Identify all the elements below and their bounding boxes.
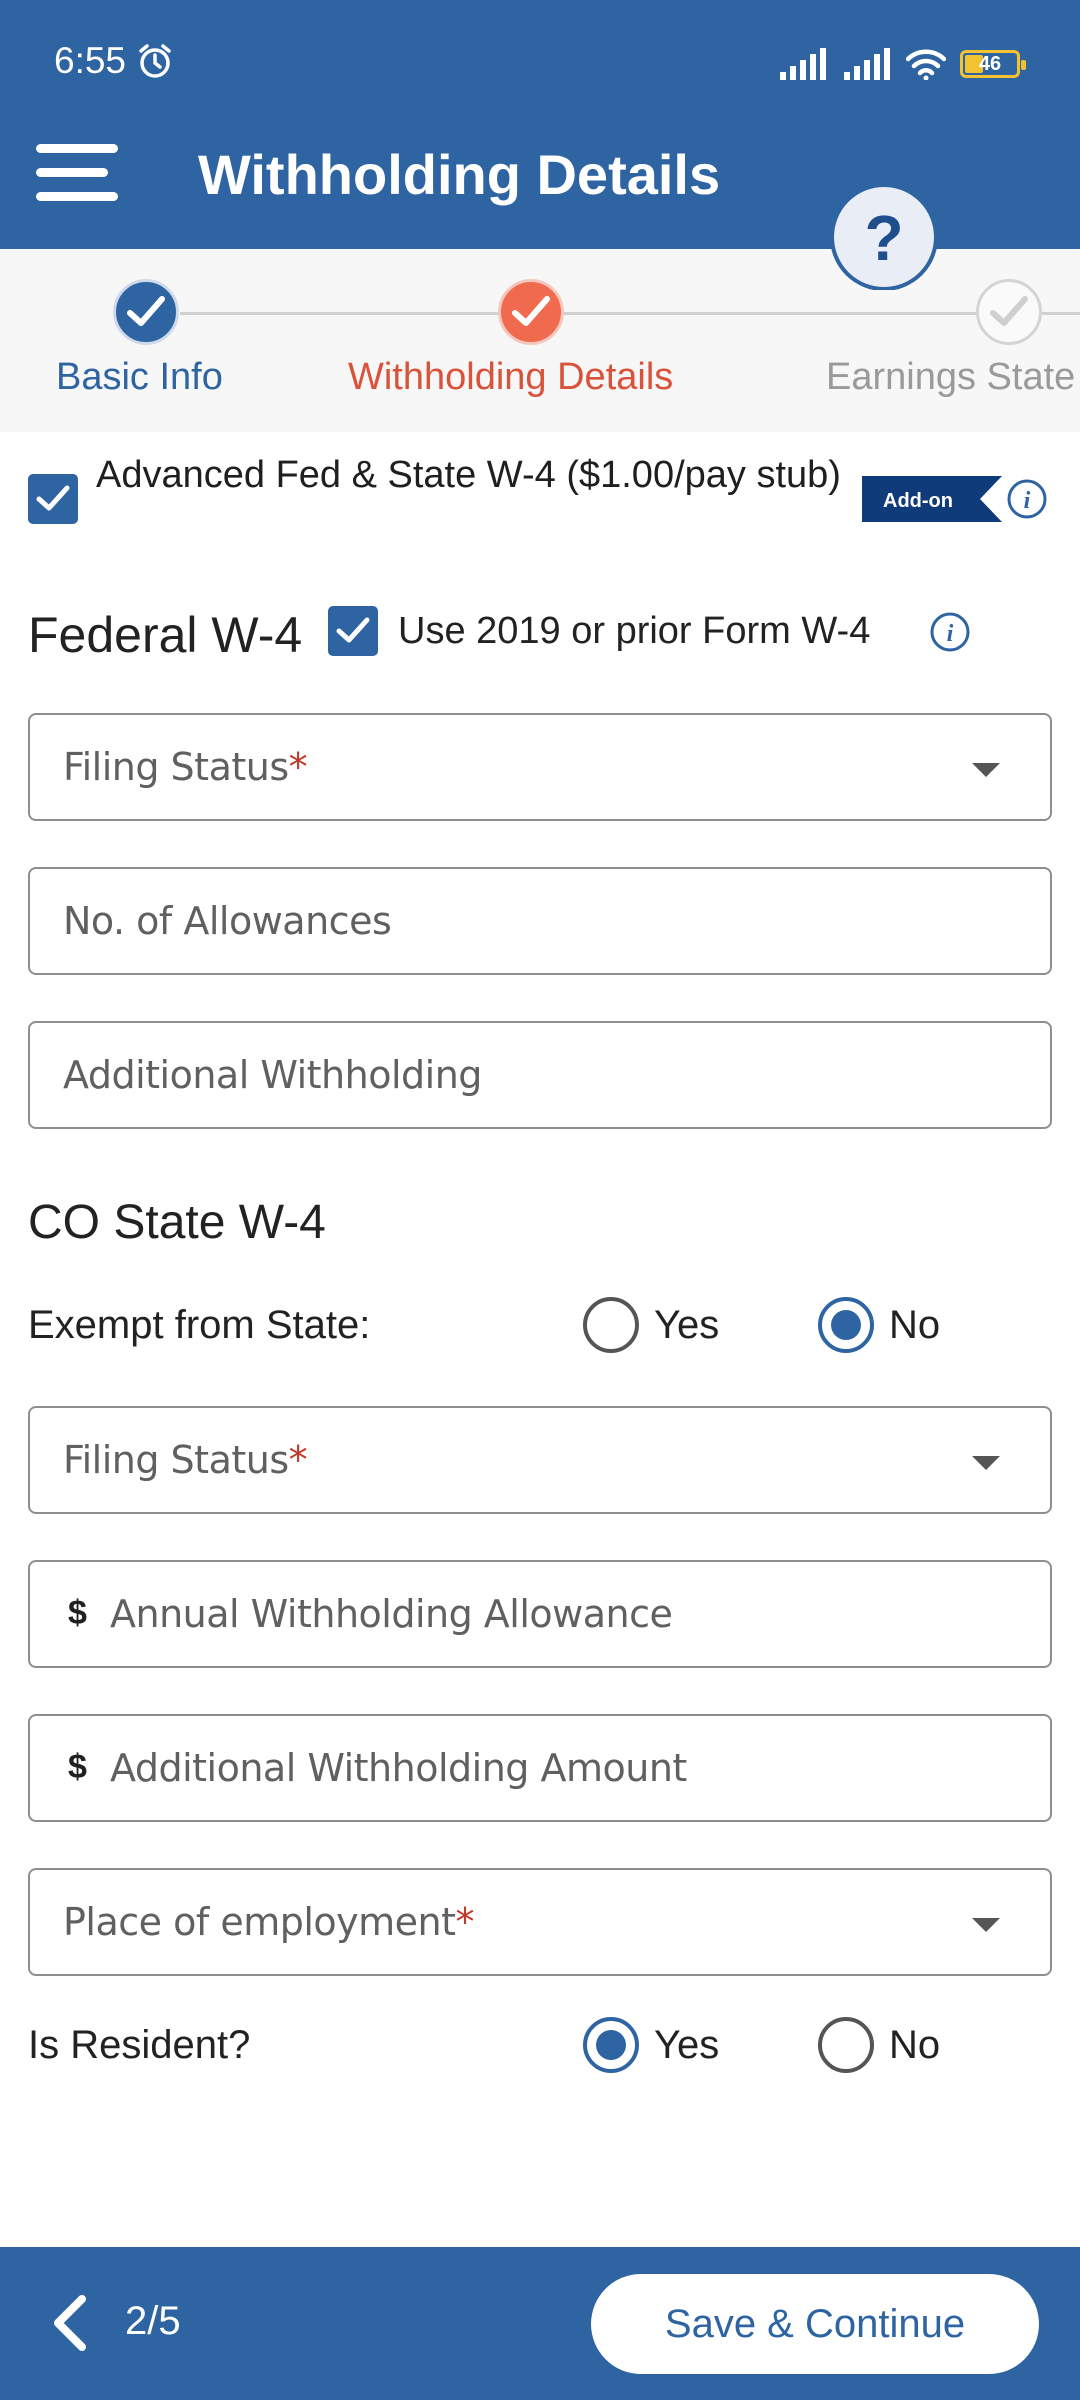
exempt-no-label: No [889,1303,941,1347]
state-w4-title: CO State W-4 [28,1196,326,1249]
federal-w4-title: Federal W-4 [28,607,303,663]
allowances-input[interactable]: No. of Allowances [28,867,1052,975]
exempt-yes-radio[interactable] [583,1297,639,1353]
addon-badge: Add-on [862,476,1002,522]
page-indicator: 2/5 [125,2299,181,2343]
info-icon[interactable]: i [929,611,971,653]
page-title: Withholding Details [198,143,721,206]
battery-icon: 46 [960,50,1026,78]
resident-label: Is Resident? [28,2023,251,2067]
bottom-bar: 2/5 Save & Continue [0,2247,1080,2400]
chevron-down-icon [972,763,1000,777]
currency-symbol: $ [68,1594,87,1632]
menu-icon[interactable] [36,144,118,202]
exempt-yes-label: Yes [654,1303,720,1347]
annual-withholding-allowance-placeholder: Annual Withholding Allowance [110,1592,673,1636]
wifi-icon [906,49,946,80]
svg-text:i: i [1024,488,1031,514]
required-mark: * [288,745,308,789]
chevron-down-icon [972,1456,1000,1470]
federal-filing-status-select[interactable]: Filing Status* [28,713,1052,821]
signal-icon [844,48,890,80]
step-done-icon [113,279,179,345]
help-glyph: ? [864,202,903,274]
additional-withholding-amount-input[interactable]: $ Additional Withholding Amount [28,1714,1052,1822]
additional-withholding-placeholder: Additional Withholding [63,1053,482,1097]
resident-yes-radio[interactable] [583,2017,639,2073]
step-label-withholding-details[interactable]: Withholding Details [348,356,673,399]
place-of-employment-placeholder: Place of employment [63,1900,456,1944]
info-icon[interactable]: i [1006,478,1048,520]
exempt-no-radio[interactable] [818,1297,874,1353]
alarm-icon [139,44,171,78]
step-current-icon [498,279,564,345]
annual-withholding-allowance-input[interactable]: $ Annual Withholding Allowance [28,1560,1052,1668]
resident-no-label: No [889,2023,941,2067]
step-pending-icon [976,279,1042,345]
use-prior-form-label: Use 2019 or prior Form W-4 [398,610,871,652]
help-button[interactable]: ? [829,182,979,291]
addon-checkbox[interactable] [28,474,78,524]
signal-icon [780,48,826,80]
save-continue-button[interactable]: Save & Continue [591,2274,1039,2374]
step-label-basic-info[interactable]: Basic Info [56,356,223,399]
place-of-employment-select[interactable]: Place of employment* [28,1868,1052,1976]
state-filing-status-select[interactable]: Filing Status* [28,1406,1052,1514]
additional-withholding-amount-placeholder: Additional Withholding Amount [110,1746,687,1790]
step-label-earnings-state[interactable]: Earnings State [826,356,1075,399]
help-icon: ? [830,183,938,291]
resident-yes-label: Yes [654,2023,720,2067]
additional-withholding-input[interactable]: Additional Withholding [28,1021,1052,1129]
state-filing-status-placeholder: Filing Status [63,1438,289,1482]
federal-filing-status-placeholder: Filing Status [63,745,289,789]
required-mark: * [455,1900,475,1944]
currency-symbol: $ [68,1748,87,1786]
battery-level: 46 [978,52,1002,75]
chevron-down-icon [972,1918,1000,1932]
resident-no-radio[interactable] [818,2017,874,2073]
chevron-left-icon[interactable] [48,2293,92,2353]
exempt-label: Exempt from State: [28,1303,371,1347]
allowances-placeholder: No. of Allowances [63,899,392,943]
addon-label: Advanced Fed & State W-4 ($1.00/pay stub… [96,454,841,496]
svg-text:i: i [947,621,954,647]
status-time: 6:55 [54,40,127,81]
addon-badge-text: Add-on [883,490,953,512]
status-icons: 46 [778,46,1026,82]
use-prior-form-checkbox[interactable] [328,606,378,656]
required-mark: * [288,1438,308,1482]
